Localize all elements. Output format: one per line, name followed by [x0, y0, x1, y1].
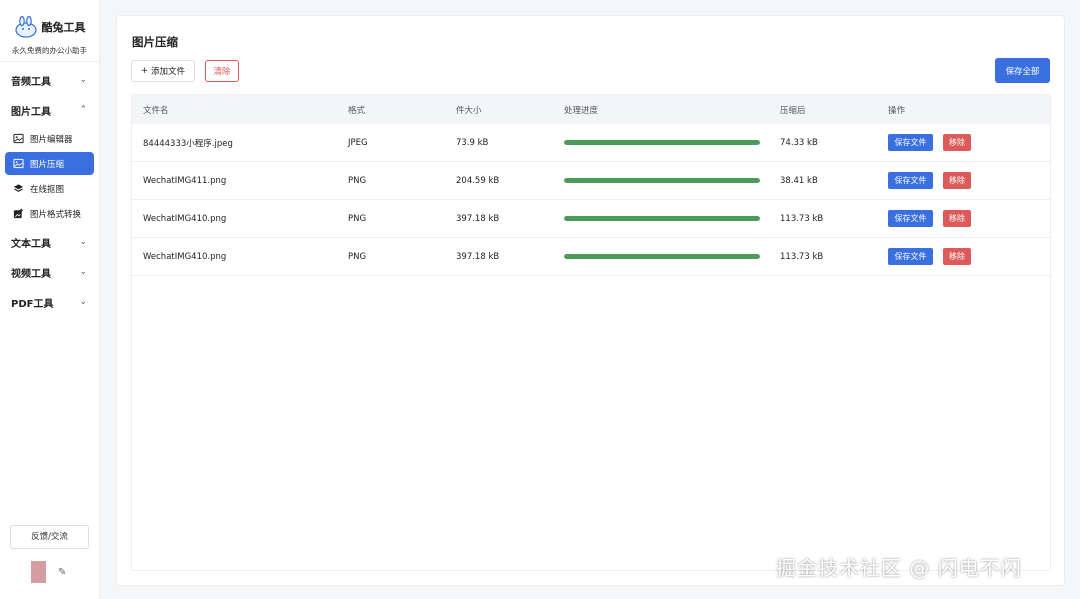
save-file-button[interactable]: 保存文件 — [888, 172, 933, 189]
row-actions: 保存文件 移除 — [888, 210, 1048, 227]
row-actions: 保存文件 移除 — [888, 248, 1048, 265]
column-header-compressed: 压缩后 — [780, 105, 806, 116]
menu-group-label: 音频工具 — [11, 76, 51, 88]
file-table: 文件名 格式 件大小 处理进度 压缩后 操作 84444333小程序.jpeg J… — [131, 94, 1051, 571]
row-actions: 保存文件 移除 — [888, 172, 1048, 189]
save-all-button[interactable]: 保存全部 — [995, 58, 1050, 83]
add-file-label: 添加文件 — [151, 67, 186, 77]
file-format: JPEG — [348, 137, 368, 148]
remove-button[interactable]: 移除 — [943, 210, 971, 227]
compressed-size: 113.73 kB — [780, 251, 824, 262]
remove-button[interactable]: 移除 — [943, 172, 971, 189]
sidebar-menu: 音频工具 ⌄ 图片工具 ⌃ 图片编辑器 图片压缩 在线抠图 图片格式转换 文本工… — [0, 62, 99, 317]
progress-bar-fill — [564, 216, 760, 221]
progress-bar-fill — [564, 140, 760, 145]
progress-cell — [564, 254, 780, 259]
menu-group-label: 视频工具 — [11, 268, 51, 280]
menu-group-label: PDF工具 — [11, 298, 54, 310]
menu-group-text[interactable]: 文本工具 ⌄ — [0, 227, 99, 257]
table-row: WechatIMG411.png PNG 204.59 kB 38.41 kB 保存文件… — [132, 162, 1050, 200]
file-format: PNG — [348, 251, 367, 262]
progress-cell — [564, 216, 780, 221]
brand-name: 酷兔工具 — [41, 21, 86, 34]
file-size: 397.18 kB — [456, 213, 500, 224]
add-file-button[interactable]: + 添加文件 — [131, 60, 195, 82]
progress-bar-fill — [564, 178, 760, 183]
table-body: 84444333小程序.jpeg JPEG 73.9 kB 74.33 kB 保存文件移… — [132, 124, 1050, 276]
clear-button[interactable]: 清除 — [205, 60, 239, 82]
plus-icon: + — [140, 66, 149, 76]
chevron-down-icon: ⌄ — [79, 267, 87, 277]
table-row: WechatIMG410.png PNG 397.18 kB 113.73 kB 保存文… — [132, 200, 1050, 238]
feedback-button[interactable]: 反馈/交流 — [10, 525, 89, 549]
progress-cell — [564, 178, 780, 183]
column-header-actions: 操作 — [888, 105, 906, 116]
file-size: 397.18 kB — [456, 251, 500, 262]
save-file-button[interactable]: 保存文件 — [888, 248, 933, 265]
menu-group-video[interactable]: 视频工具 ⌄ — [0, 257, 99, 287]
file-name: WechatIMG410.png — [143, 213, 227, 224]
brand: 酷兔工具 永久免费的办公小助手 — [0, 0, 99, 62]
table-row: 84444333小程序.jpeg JPEG 73.9 kB 74.33 kB 保存文件移… — [132, 124, 1050, 162]
column-header-format: 格式 — [348, 105, 366, 116]
chevron-up-icon: ⌃ — [79, 105, 87, 115]
file-name: WechatIMG411.png — [143, 175, 227, 186]
sidebar-item-label: 图片编辑器 — [30, 134, 73, 145]
sidebar-item-label: 图片格式转换 — [30, 209, 82, 220]
table-header: 文件名 格式 件大小 处理进度 压缩后 操作 — [132, 95, 1050, 124]
pencil-icon[interactable]: ✎ — [58, 567, 66, 578]
avatar[interactable] — [31, 561, 46, 583]
progress-bar-fill — [564, 254, 760, 259]
sidebar-item-cutout[interactable]: 在线抠图 — [5, 177, 94, 200]
save-file-button[interactable]: 保存文件 — [888, 134, 933, 151]
image-convert-icon — [13, 208, 23, 219]
file-name: 84444333小程序.jpeg — [143, 138, 233, 149]
progress-bar — [564, 178, 760, 183]
image-icon — [13, 158, 24, 169]
image-edit-icon — [13, 133, 24, 144]
remove-button[interactable]: 移除 — [943, 248, 971, 265]
sidebar-item-image-compress[interactable]: 图片压缩 — [5, 152, 94, 175]
compressed-size: 74.33 kB — [780, 137, 818, 148]
column-header-size: 件大小 — [456, 105, 482, 116]
file-size: 204.59 kB — [456, 175, 500, 186]
progress-bar — [564, 254, 760, 259]
sidebar-item-label: 图片压缩 — [30, 159, 65, 170]
sidebar-item-image-editor[interactable]: 图片编辑器 — [5, 127, 94, 150]
menu-group-audio[interactable]: 音频工具 ⌄ — [0, 65, 99, 95]
main-panel: 图片压缩 + 添加文件 清除 保存全部 文件名 格式 件大小 处理进度 压缩后 … — [116, 15, 1065, 586]
table-row: WechatIMG410.png PNG 397.18 kB 113.73 kB 保存文… — [132, 238, 1050, 276]
progress-bar — [564, 216, 760, 221]
remove-button[interactable]: 移除 — [943, 134, 971, 151]
compressed-size: 38.41 kB — [780, 175, 818, 186]
sidebar-item-label: 在线抠图 — [30, 184, 65, 195]
chevron-down-icon: ⌄ — [79, 297, 87, 307]
menu-group-pdf[interactable]: PDF工具 ⌄ — [0, 287, 99, 317]
row-actions: 保存文件 移除 — [888, 134, 1048, 151]
save-file-button[interactable]: 保存文件 — [888, 210, 933, 227]
column-header-filename: 文件名 — [143, 105, 169, 116]
compressed-size: 113.73 kB — [780, 213, 824, 224]
file-size: 73.9 kB — [456, 137, 489, 148]
layers-icon — [13, 184, 24, 192]
sidebar-item-format-convert[interactable]: 图片格式转换 — [5, 202, 94, 225]
file-name: WechatIMG410.png — [143, 251, 227, 262]
progress-bar — [564, 140, 760, 145]
file-format: PNG — [348, 213, 367, 224]
rabbit-logo-icon — [14, 16, 37, 38]
brand-tagline: 永久免费的办公小助手 — [12, 46, 87, 55]
chevron-down-icon: ⌄ — [79, 75, 87, 85]
sidebar: 酷兔工具 永久免费的办公小助手 音频工具 ⌄ 图片工具 ⌃ 图片编辑器 图片压缩… — [0, 0, 100, 599]
progress-cell — [564, 140, 780, 145]
menu-group-label: 文本工具 — [11, 238, 51, 250]
column-header-progress: 处理进度 — [564, 105, 599, 116]
watermark-text: 掘金技术社区 @ 闪电不闪 — [776, 556, 1022, 580]
chevron-down-icon: ⌄ — [79, 237, 87, 247]
menu-group-label: 图片工具 — [11, 106, 51, 118]
page-title: 图片压缩 — [132, 35, 178, 49]
menu-group-image[interactable]: 图片工具 ⌃ — [0, 95, 99, 125]
file-format: PNG — [348, 175, 367, 186]
